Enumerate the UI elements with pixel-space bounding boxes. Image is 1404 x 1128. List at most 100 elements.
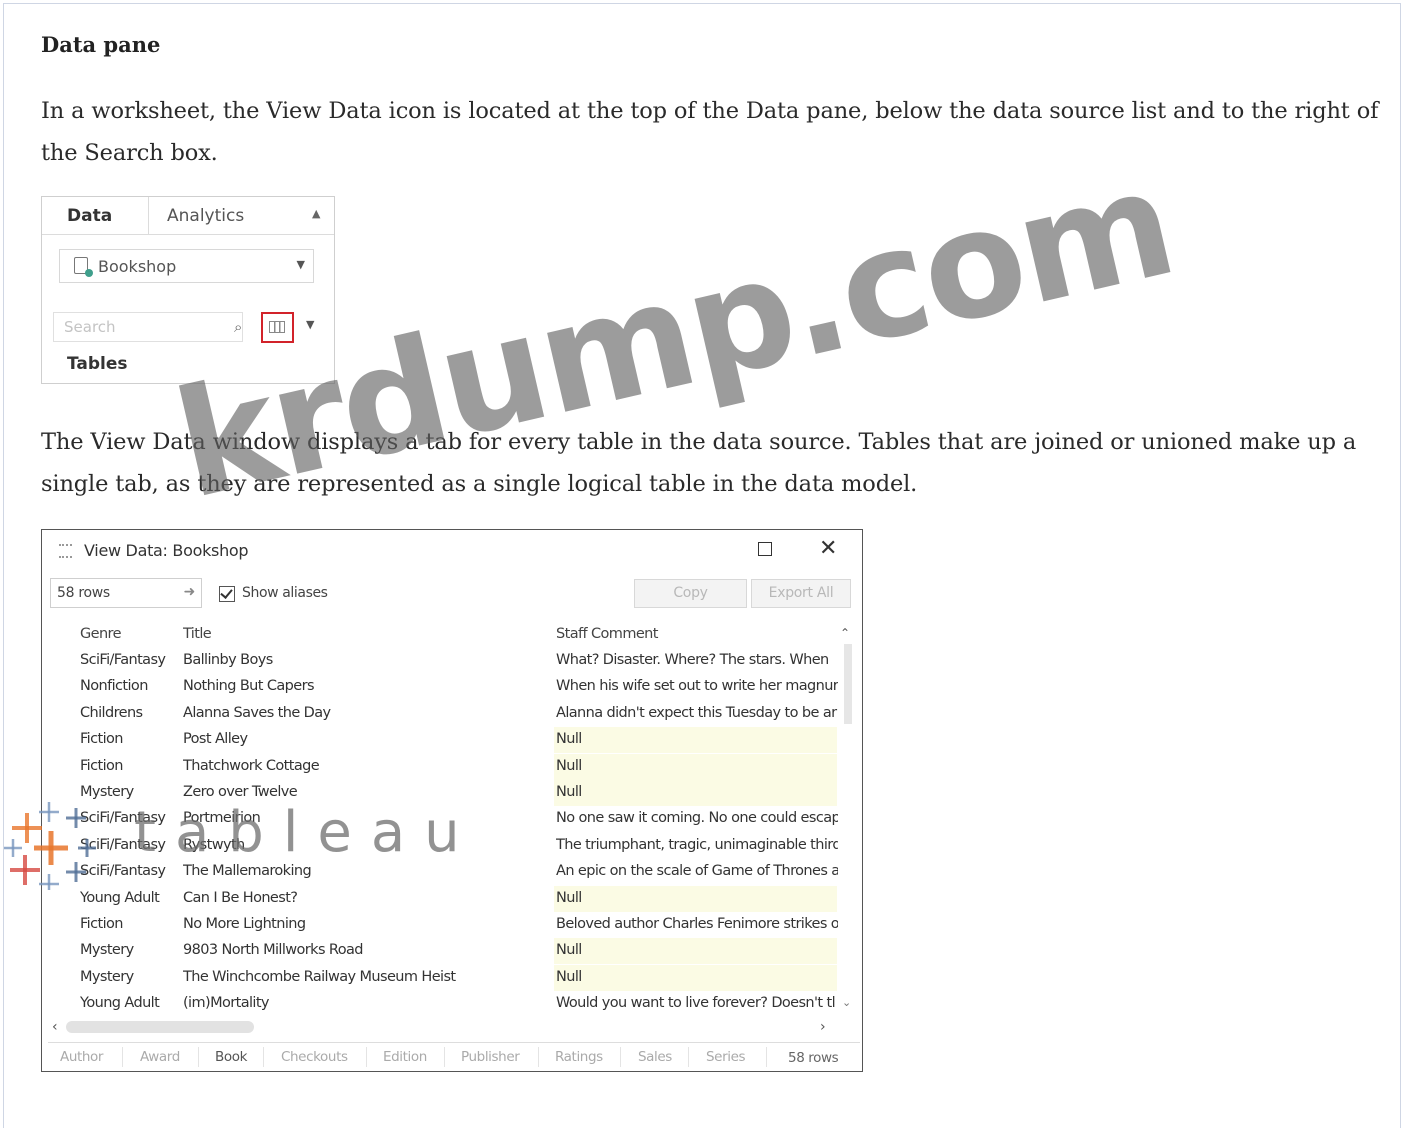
staff-comment-cell[interactable]: Would you want to live forever? Doesn't … bbox=[556, 995, 838, 1011]
staff-comment-cell[interactable]: The triumphant, tragic, unimaginable thi… bbox=[556, 837, 838, 853]
scroll-down-icon[interactable]: ⌄ bbox=[842, 996, 851, 1009]
staff-comment-cell[interactable]: Null bbox=[556, 890, 838, 906]
genre-cell[interactable]: Mystery bbox=[80, 969, 180, 985]
paragraph-view-data-window: The View Data window displays a tab for … bbox=[41, 429, 1357, 497]
tab-author[interactable]: Author bbox=[60, 1049, 103, 1065]
table-header: Genre Title Staff Comment bbox=[42, 622, 860, 648]
title-cell[interactable]: Portmeirion bbox=[183, 810, 553, 826]
staff-comment-cell[interactable]: When his wife set out to write her magnu… bbox=[556, 678, 838, 694]
table-row: Fiction No More Lightning Beloved author C… bbox=[42, 912, 860, 938]
tab-book[interactable]: Book bbox=[215, 1049, 247, 1065]
show-aliases-label: Show aliases bbox=[242, 585, 328, 601]
tab-checkouts[interactable]: Checkouts bbox=[281, 1049, 348, 1065]
genre-cell[interactable]: Fiction bbox=[80, 731, 180, 747]
table-row: SciFi/Fantasy The Mallemaroking An epic on… bbox=[42, 859, 860, 885]
staff-comment-cell[interactable]: Null bbox=[556, 758, 838, 774]
data-source-select[interactable]: Bookshop ▼ bbox=[59, 249, 314, 283]
scroll-thumb[interactable] bbox=[844, 644, 852, 724]
title-cell[interactable]: Can I Be Honest? bbox=[183, 890, 553, 906]
genre-cell[interactable]: Young Adult bbox=[80, 995, 180, 1011]
title-cell[interactable]: Ballinby Boys bbox=[183, 652, 553, 668]
view-data-window: View Data: Bookshop ✕ 58 rows ➜ Show ali… bbox=[41, 529, 863, 1072]
column-header-genre[interactable]: Genre bbox=[80, 626, 180, 642]
title-cell[interactable]: 9803 North Millworks Road bbox=[183, 942, 553, 958]
title-cell[interactable]: Alanna Saves the Day bbox=[183, 705, 553, 721]
title-cell[interactable]: The Mallemaroking bbox=[183, 863, 553, 879]
staff-comment-cell[interactable]: Null bbox=[556, 942, 838, 958]
genre-cell[interactable]: Mystery bbox=[80, 784, 180, 800]
genre-cell[interactable]: Young Adult bbox=[80, 890, 180, 906]
tab-scroll-icon[interactable]: ▲ bbox=[312, 207, 320, 220]
staff-comment-cell[interactable]: Null bbox=[556, 784, 838, 800]
view-data-button[interactable] bbox=[261, 312, 294, 343]
staff-comment-cell[interactable]: Beloved author Charles Fenimore strikes … bbox=[556, 916, 838, 932]
data-pane-tabs: Data Analytics ▲ bbox=[42, 197, 334, 235]
genre-cell[interactable]: Fiction bbox=[80, 916, 180, 932]
staff-comment-cell[interactable]: Null bbox=[556, 969, 838, 985]
data-pane: Data Analytics ▲ Bookshop ▼ Search ⌕ ▼ T… bbox=[41, 196, 335, 384]
search-icon[interactable]: ⌕ bbox=[234, 318, 242, 336]
rows-input[interactable]: 58 rows ➜ bbox=[50, 578, 202, 608]
show-aliases-checkbox[interactable] bbox=[219, 586, 235, 602]
row-count: 58 rows bbox=[788, 1050, 839, 1066]
tab-sales[interactable]: Sales bbox=[638, 1049, 672, 1065]
tables-label: Tables bbox=[67, 354, 128, 374]
chevron-down-icon: ▼ bbox=[296, 258, 305, 271]
genre-cell[interactable]: Mystery bbox=[80, 942, 180, 958]
search-input[interactable]: Search bbox=[53, 312, 243, 342]
staff-comment-cell[interactable]: No one saw it coming. No one could escap bbox=[556, 810, 838, 826]
data-source-name: Bookshop bbox=[98, 257, 177, 276]
arrow-right-icon[interactable]: ➜ bbox=[184, 584, 196, 600]
title-cell[interactable]: Thatchwork Cottage bbox=[183, 758, 553, 774]
tab-ratings[interactable]: Ratings bbox=[555, 1049, 603, 1065]
tab-award[interactable]: Award bbox=[140, 1049, 180, 1065]
table-row: Fiction Post Alley Null bbox=[42, 727, 860, 754]
tab-edition[interactable]: Edition bbox=[383, 1049, 427, 1065]
genre-cell[interactable]: Nonfiction bbox=[80, 678, 180, 694]
genre-cell[interactable]: SciFi/Fantasy bbox=[80, 837, 180, 853]
staff-comment-cell[interactable]: What? Disaster. Where? The stars. When bbox=[556, 652, 838, 668]
table-tabs: Author Award Book Checkouts Edition Publ… bbox=[48, 1042, 860, 1071]
genre-cell[interactable]: SciFi/Fantasy bbox=[80, 652, 180, 668]
staff-comment-cell[interactable]: Null bbox=[556, 731, 838, 747]
title-cell[interactable]: Rystwyth bbox=[183, 837, 553, 853]
tab-data[interactable]: Data bbox=[42, 197, 149, 234]
table-row: Young Adult (im)Mortality Would you want t… bbox=[42, 991, 860, 1017]
title-cell[interactable]: Post Alley bbox=[183, 731, 553, 747]
horizontal-scroll-thumb[interactable] bbox=[66, 1021, 254, 1033]
rows-value: 58 rows bbox=[57, 585, 110, 601]
tab-series[interactable]: Series bbox=[706, 1049, 746, 1065]
window-title: View Data: Bookshop bbox=[84, 541, 249, 560]
genre-cell[interactable]: Childrens bbox=[80, 705, 180, 721]
genre-cell[interactable]: SciFi/Fantasy bbox=[80, 810, 180, 826]
table-row: Fiction Thatchwork Cottage Null bbox=[42, 753, 860, 780]
tab-publisher[interactable]: Publisher bbox=[461, 1049, 520, 1065]
close-icon[interactable]: ✕ bbox=[819, 536, 837, 561]
title-cell[interactable]: The Winchcombe Railway Museum Heist bbox=[183, 969, 553, 985]
table-row: Mystery Zero over Twelve Null bbox=[42, 780, 860, 806]
column-header-title[interactable]: Title bbox=[183, 626, 553, 642]
table-row: SciFi/Fantasy Rystwyth The triumphant, tra… bbox=[42, 833, 860, 859]
table-row: Young Adult Can I Be Honest? Null bbox=[42, 885, 860, 912]
title-cell[interactable]: Zero over Twelve bbox=[183, 784, 553, 800]
copy-button[interactable]: Copy bbox=[634, 579, 747, 608]
genre-cell[interactable]: SciFi/Fantasy bbox=[80, 863, 180, 879]
tab-analytics[interactable]: Analytics bbox=[167, 206, 244, 226]
datasource-icon bbox=[74, 257, 93, 277]
paragraph-view-data-icon: In a worksheet, the View Data icon is lo… bbox=[41, 98, 1379, 166]
maximize-icon[interactable] bbox=[758, 542, 772, 556]
title-cell[interactable]: Nothing But Capers bbox=[183, 678, 553, 694]
title-cell[interactable]: (im)Mortality bbox=[183, 995, 553, 1011]
genre-cell[interactable]: Fiction bbox=[80, 758, 180, 774]
dropdown-icon[interactable]: ▼ bbox=[306, 318, 314, 331]
column-header-staff-comment[interactable]: Staff Comment bbox=[556, 626, 838, 642]
scroll-right-icon[interactable]: › bbox=[820, 1019, 826, 1035]
vertical-scrollbar[interactable]: ⌃ ⌄ bbox=[840, 626, 856, 1009]
export-all-button[interactable]: Export All bbox=[751, 579, 851, 608]
title-cell[interactable]: No More Lightning bbox=[183, 916, 553, 932]
scroll-up-icon[interactable]: ⌃ bbox=[840, 626, 850, 640]
staff-comment-cell[interactable]: An epic on the scale of Game of Thrones … bbox=[556, 863, 838, 879]
view-data-icon bbox=[269, 321, 285, 333]
scroll-left-icon[interactable]: ‹ bbox=[52, 1019, 58, 1035]
staff-comment-cell[interactable]: Alanna didn't expect this Tuesday to be … bbox=[556, 705, 838, 721]
